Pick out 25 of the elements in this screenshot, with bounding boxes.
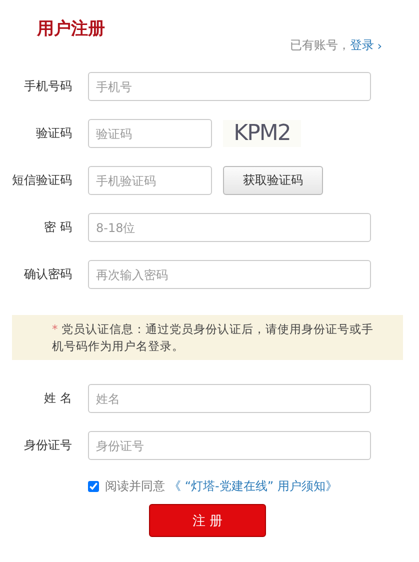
agree-checkbox[interactable] (88, 480, 99, 492)
field-label: 验证码 (35, 125, 72, 142)
login-prompt: 已有账号， (290, 37, 350, 54)
field-label: 手机号码 (23, 78, 72, 95)
input-field[interactable]: 手机号 (88, 72, 371, 101)
field-label: 姓 名 (43, 390, 72, 407)
input-field[interactable]: 验证码 (88, 119, 212, 148)
field-label: 确认密码 (23, 266, 72, 283)
input-field[interactable]: 姓名 (88, 384, 371, 413)
login-link[interactable]: 登录 (350, 37, 374, 54)
input-field[interactable]: 身份证号 (88, 431, 371, 460)
arrow-icon: › (377, 38, 382, 52)
get-code-button[interactable]: 获取验证码 (223, 166, 323, 195)
field-label: 短信验证码 (11, 172, 72, 189)
page-title: 用户注册 (37, 18, 105, 40)
field-label: 密 码 (43, 219, 72, 236)
input-field[interactable]: 手机验证码 (88, 166, 212, 195)
field-label: 身份证号 (23, 437, 72, 454)
input-field[interactable]: 8-18位 (88, 213, 371, 242)
register-button[interactable]: 注 册 (149, 504, 266, 537)
notice-text: * 党员认证信息：通过党员身份认证后，请使用身份证号或手机号码作为用户名登录。 (52, 321, 374, 355)
terms-link[interactable]: 《 “灯塔-党建在线” 用户须知》 (169, 478, 338, 494)
captcha-image[interactable]: KPM2 (223, 120, 301, 147)
input-field[interactable]: 再次输入密码 (88, 260, 371, 289)
agree-text: 阅读并同意 (105, 478, 165, 494)
